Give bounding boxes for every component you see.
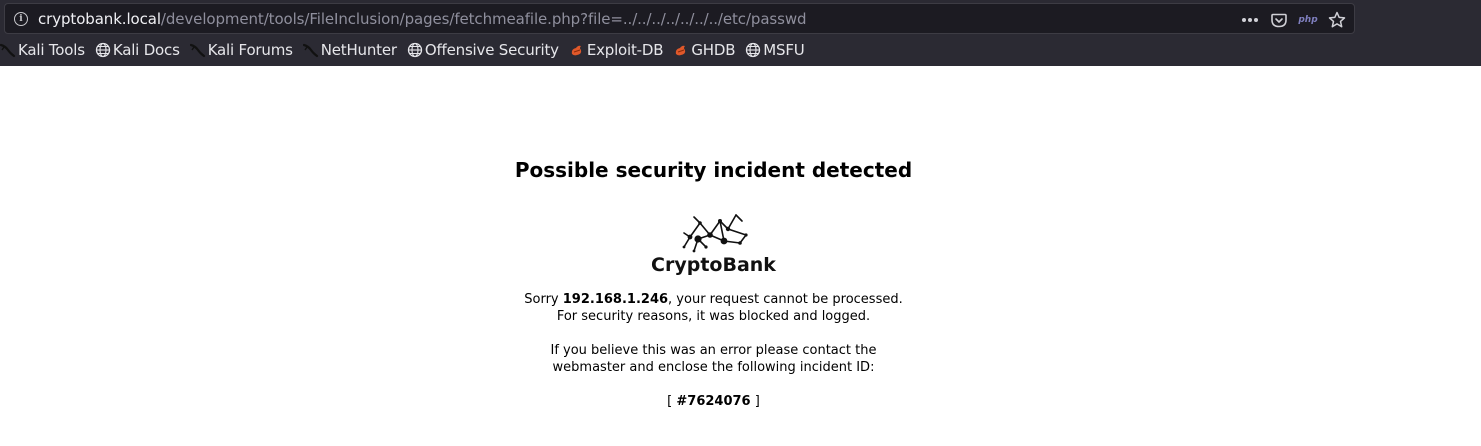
bookmark-kali-forums[interactable]: Kali Forums xyxy=(189,38,293,62)
bookmark-label: Kali Docs xyxy=(112,41,180,59)
bookmark-kali-tools[interactable]: Kali Tools xyxy=(0,38,85,62)
bookmark-kali-docs[interactable]: Kali Docs xyxy=(95,38,180,62)
contact-line-2: webmaster and enclose the following inci… xyxy=(552,360,875,375)
incident-id-line: [ #7624076 ] xyxy=(667,394,760,409)
bookmark-nethunter[interactable]: NetHunter xyxy=(302,38,397,62)
bookmark-msfu[interactable]: MSFU xyxy=(745,38,805,62)
bookmarks-toolbar: Kali Tools Kali Docs Kali Forums NetHunt… xyxy=(0,38,815,62)
php-extension-icon[interactable]: php xyxy=(1298,11,1317,29)
address-bar-actions: php xyxy=(1241,10,1346,30)
bookmark-label: Kali Tools xyxy=(18,41,85,59)
page-content: Possible security incident detected Cryp… xyxy=(0,66,1481,446)
page-title: Possible security incident detected xyxy=(514,158,913,182)
exploit-db-icon xyxy=(569,42,585,58)
bookmark-label: Offensive Security xyxy=(424,41,559,59)
sorry-line: Sorry 192.168.1.246, your request cannot… xyxy=(524,292,903,307)
globe-icon xyxy=(745,42,761,58)
url-path: /development/tools/FileInclusion/pages/f… xyxy=(160,10,807,28)
bookmark-exploit-db[interactable]: Exploit-DB xyxy=(569,38,664,62)
bookmark-label: NetHunter xyxy=(320,41,397,59)
exploit-db-icon xyxy=(673,42,689,58)
incident-id: #7624076 xyxy=(676,394,751,409)
globe-icon xyxy=(95,42,111,58)
bookmark-label: GHDB xyxy=(691,41,736,59)
logo-text: CryptoBank xyxy=(651,254,776,276)
url-text[interactable]: cryptobank.local/development/tools/FileI… xyxy=(38,10,807,28)
bookmark-label: MSFU xyxy=(763,41,805,59)
pocket-icon[interactable] xyxy=(1270,11,1288,29)
kali-dragon-icon xyxy=(302,42,319,58)
bookmark-ghdb[interactable]: GHDB xyxy=(673,38,735,62)
globe-icon xyxy=(407,42,423,58)
contact-line-1: If you believe this was an error please … xyxy=(550,343,877,358)
bookmark-label: Kali Forums xyxy=(207,41,293,59)
bookmark-offensive-security[interactable]: Offensive Security xyxy=(407,38,559,62)
address-bar[interactable]: i cryptobank.local/development/tools/Fil… xyxy=(4,3,1355,34)
kali-dragon-icon xyxy=(0,42,16,58)
kali-dragon-icon xyxy=(189,42,206,58)
bookmark-label: Exploit-DB xyxy=(586,41,664,59)
site-info-icon[interactable]: i xyxy=(14,12,28,26)
cryptobank-network-logo-icon xyxy=(682,214,748,253)
client-ip: 192.168.1.246 xyxy=(562,292,669,307)
bookmark-star-icon[interactable] xyxy=(1328,11,1346,29)
browser-chrome: i cryptobank.local/development/tools/Fil… xyxy=(0,0,1481,66)
blocked-line: For security reasons, it was blocked and… xyxy=(556,309,871,324)
more-actions-icon[interactable] xyxy=(1241,11,1259,29)
url-host: cryptobank.local xyxy=(38,10,161,28)
